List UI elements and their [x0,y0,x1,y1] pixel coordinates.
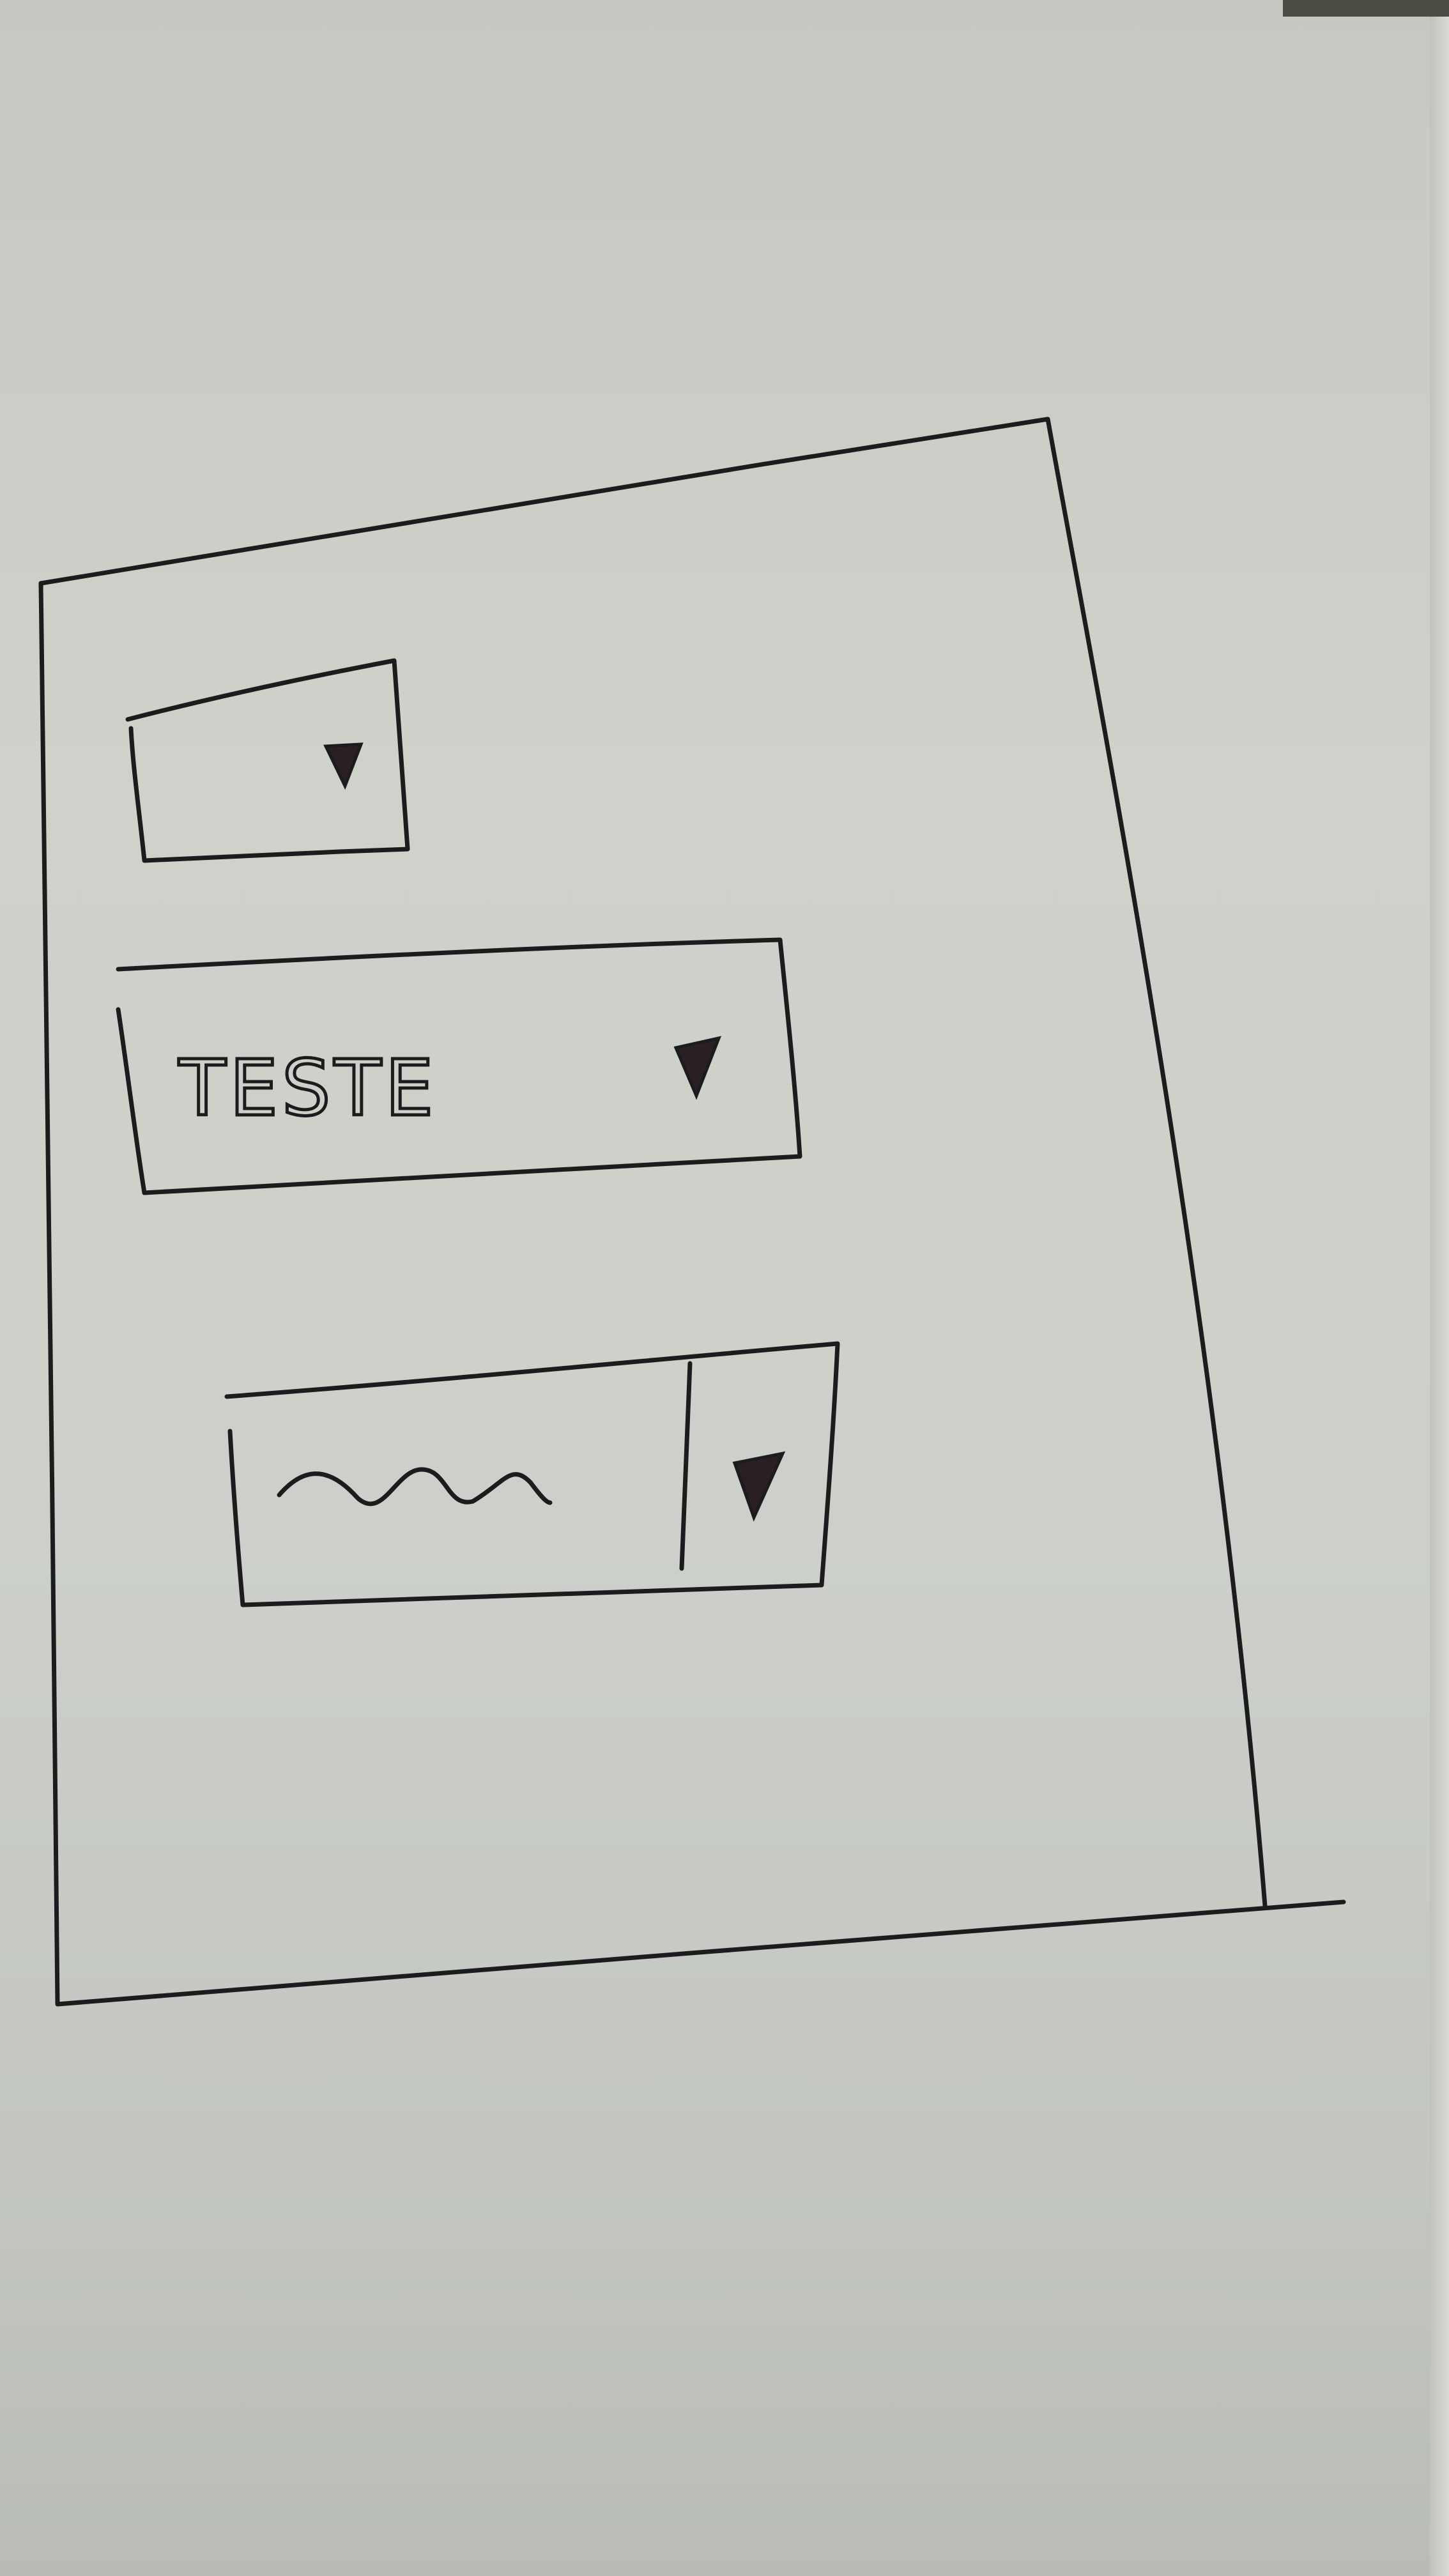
dropdown-2[interactable]: TESTE [116,937,802,1195]
screen-frame [38,417,1346,2007]
placeholder-squiggle [277,1467,553,1506]
dropdown-2-value: TESTE [178,1045,437,1133]
dropdown-3[interactable] [224,1341,840,1607]
caret-down-icon [732,1451,786,1522]
combobox-divider [679,1361,693,1571]
caret-down-icon [323,742,364,790]
dropdown-1[interactable] [125,658,410,863]
wireframe-sketch: TESTE [38,417,1346,2007]
caret-down-icon [673,1036,722,1100]
